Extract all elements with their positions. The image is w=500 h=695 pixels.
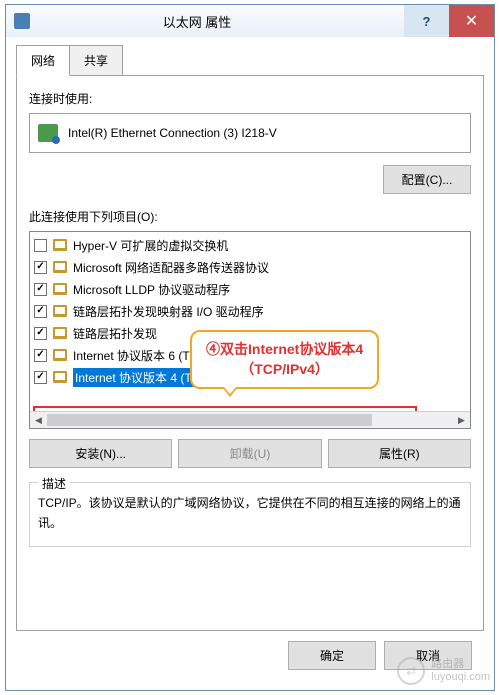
- scroll-thumb[interactable]: [47, 414, 372, 426]
- adapter-box: Intel(R) Ethernet Connection (3) I218-V: [29, 113, 471, 153]
- tab-strip: 网络 共享: [16, 45, 484, 76]
- watermark: ⇄ 路由器 luyouqi.com: [397, 657, 490, 685]
- protocol-icon: [53, 283, 67, 295]
- protocol-icon: [53, 371, 67, 383]
- protocol-icon: [53, 349, 67, 361]
- checkbox[interactable]: [34, 371, 47, 384]
- list-item[interactable]: Hyper-V 可扩展的虚拟交换机: [30, 234, 470, 256]
- protocol-icon: [53, 305, 67, 317]
- scroll-track[interactable]: [47, 412, 453, 428]
- tab-network[interactable]: 网络: [16, 45, 70, 76]
- item-buttons-row: 安装(N)... 卸载(U) 属性(R): [29, 439, 471, 468]
- protocol-label: Microsoft LLDP 协议驱动程序: [73, 281, 230, 298]
- protocol-icon: [53, 239, 67, 251]
- protocol-label: Hyper-V 可扩展的虚拟交换机: [73, 237, 228, 254]
- help-button[interactable]: ?: [404, 5, 449, 37]
- watermark-url: luyouqi.com: [431, 671, 490, 684]
- description-text: TCP/IP。该协议是默认的广域网络协议，它提供在不同的相互连接的网络上的通讯。: [38, 493, 462, 534]
- ok-button[interactable]: 确定: [288, 641, 376, 670]
- adapter-name: Intel(R) Ethernet Connection (3) I218-V: [68, 126, 277, 140]
- scroll-right-button[interactable]: ▶: [453, 412, 470, 429]
- items-label: 此连接使用下列项目(O):: [29, 208, 471, 225]
- checkbox[interactable]: [34, 239, 47, 252]
- checkbox[interactable]: [34, 261, 47, 274]
- watermark-icon: ⇄: [397, 657, 425, 685]
- list-item[interactable]: Microsoft LLDP 协议驱动程序: [30, 278, 470, 300]
- configure-row: 配置(C)...: [29, 165, 471, 194]
- tab-sharing[interactable]: 共享: [70, 45, 123, 76]
- properties-button[interactable]: 属性(R): [328, 439, 471, 468]
- description-label: 描述: [38, 475, 70, 492]
- titlebar[interactable]: 以太网 属性 ? ✕: [6, 5, 494, 37]
- checkbox[interactable]: [34, 327, 47, 340]
- uninstall-button: 卸载(U): [178, 439, 321, 468]
- window-icon: [14, 13, 30, 29]
- annotation-callout: ④双击Internet协议版本4 （TCP/IPv4）: [190, 330, 379, 389]
- watermark-text: 路由器 luyouqi.com: [431, 658, 490, 684]
- window-title: 以太网 属性: [30, 12, 404, 31]
- connect-with-label: 连接时使用:: [29, 90, 471, 107]
- protocol-label: 链路层拓扑发现: [73, 325, 157, 342]
- titlebar-buttons: ? ✕: [404, 5, 494, 37]
- checkbox[interactable]: [34, 349, 47, 362]
- protocol-label: Microsoft 网络适配器多路传送器协议: [73, 259, 269, 276]
- protocol-icon: [53, 327, 67, 339]
- list-item[interactable]: Microsoft 网络适配器多路传送器协议: [30, 256, 470, 278]
- close-button[interactable]: ✕: [449, 5, 494, 37]
- install-button[interactable]: 安装(N)...: [29, 439, 172, 468]
- scroll-left-button[interactable]: ◀: [30, 412, 47, 429]
- callout-line1: ④双击Internet协议版本4: [206, 340, 363, 360]
- horizontal-scrollbar[interactable]: ◀ ▶: [30, 411, 470, 428]
- list-item[interactable]: 链路层拓扑发现映射器 I/O 驱动程序: [30, 300, 470, 322]
- checkbox[interactable]: [34, 305, 47, 318]
- configure-button[interactable]: 配置(C)...: [383, 165, 471, 194]
- protocol-label: 链路层拓扑发现映射器 I/O 驱动程序: [73, 303, 264, 320]
- description-fieldset: 描述 TCP/IP。该协议是默认的广域网络协议，它提供在不同的相互连接的网络上的…: [29, 482, 471, 547]
- watermark-brand: 路由器: [431, 658, 490, 671]
- network-adapter-icon: [38, 124, 58, 142]
- protocol-icon: [53, 261, 67, 273]
- checkbox[interactable]: [34, 283, 47, 296]
- callout-line2: （TCP/IPv4）: [206, 360, 363, 380]
